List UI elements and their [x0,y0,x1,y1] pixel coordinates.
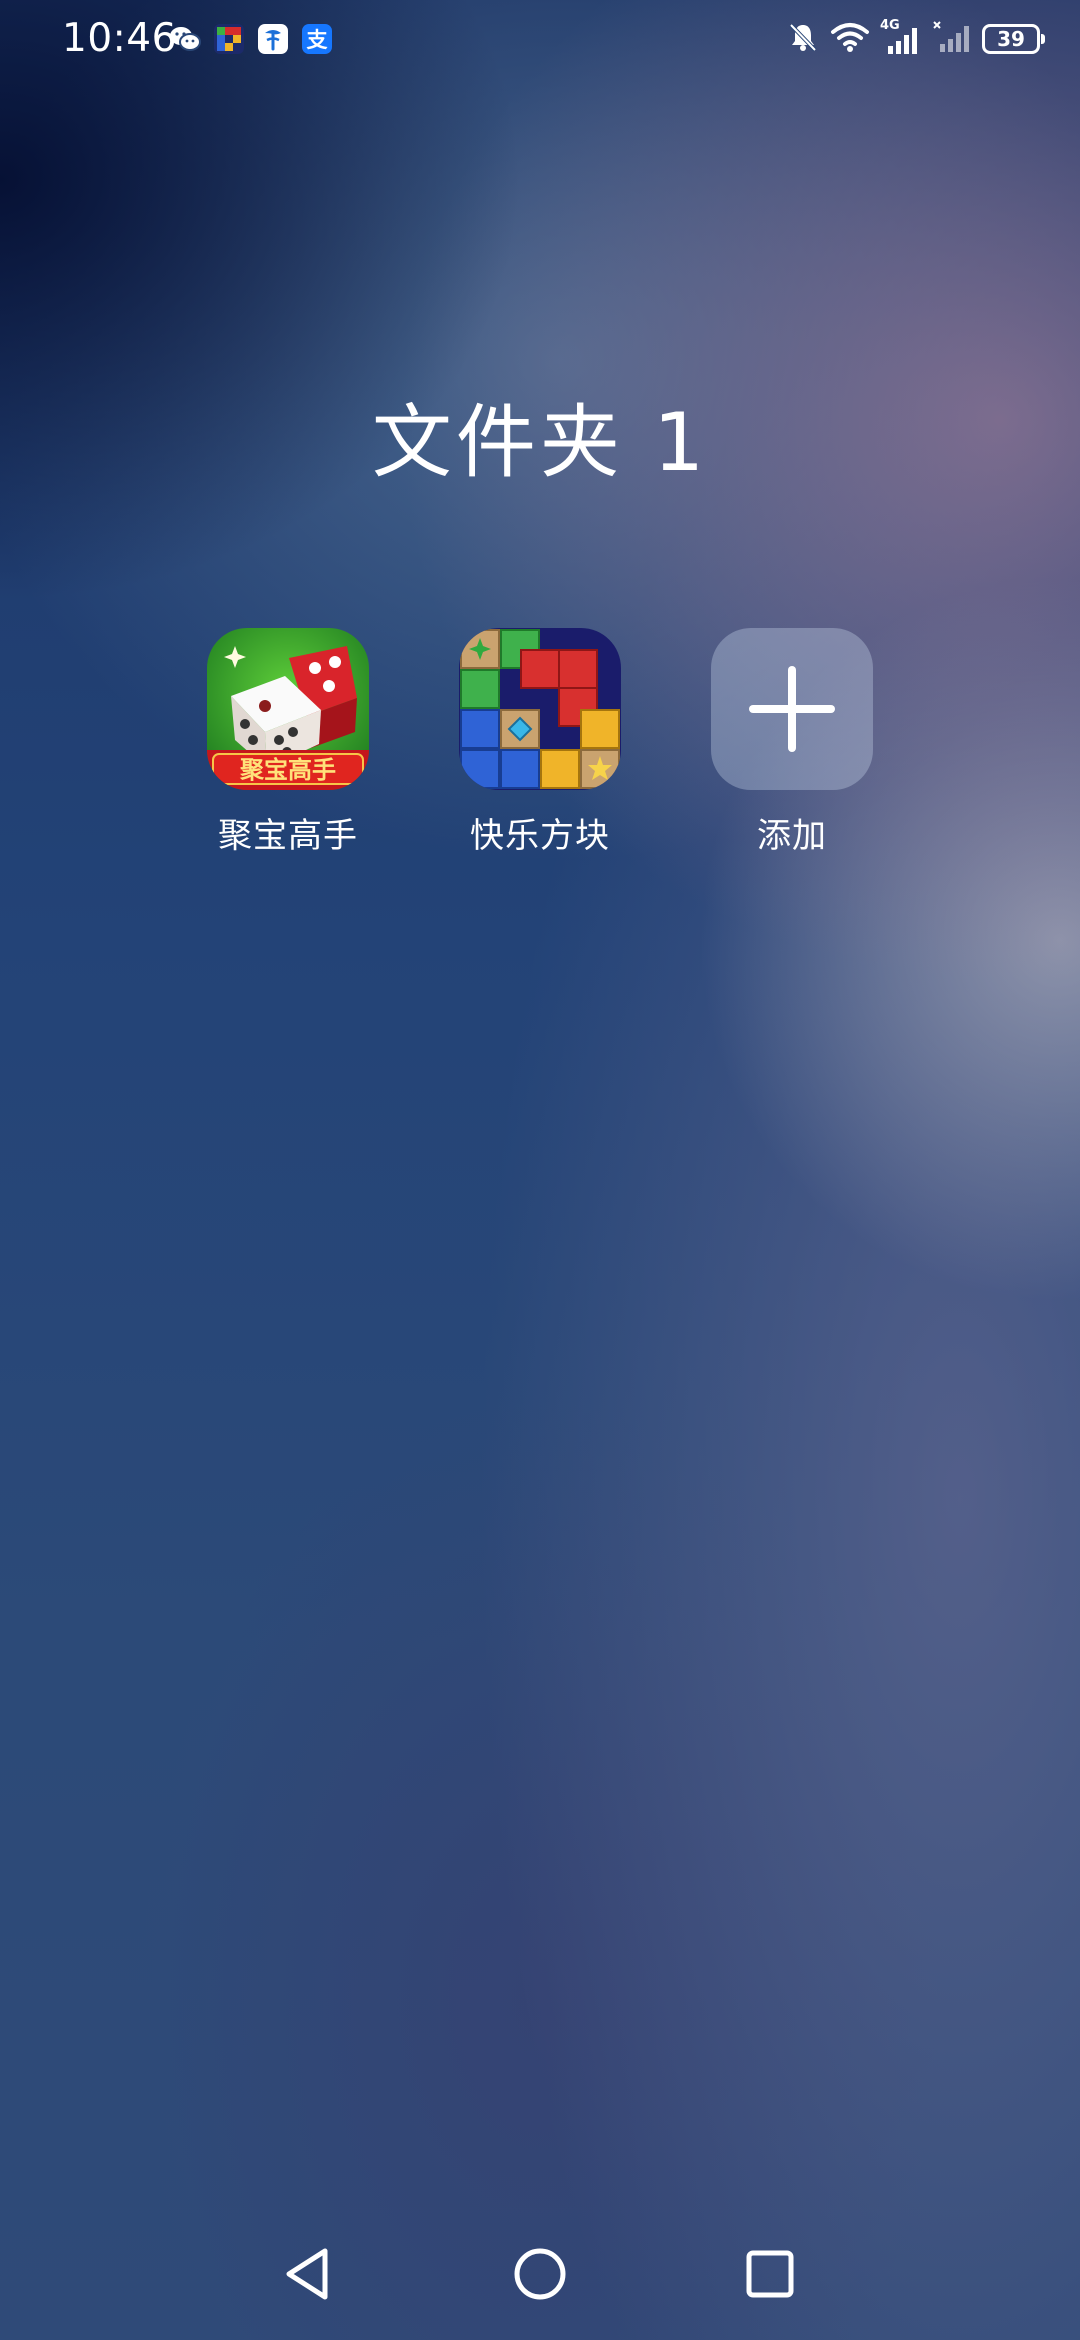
battery-level: 39 [997,27,1025,51]
add-tile[interactable] [711,628,873,790]
back-icon [286,2248,328,2300]
app-label: 快乐方块 [470,816,610,856]
system-status-icons: 4G 39 [786,18,1045,58]
folder-title[interactable]: 文件夹 1 [0,378,1080,494]
notification-icons: 支 [168,22,334,56]
block-puzzle-icon[interactable] [459,628,621,790]
signal-4g-icon: 4G [880,18,922,56]
app-kuaile-fangkuai[interactable]: 快乐方块 [440,628,640,857]
status-bar: 10:46 支 4G 39 [0,0,1080,84]
home-icon [514,2248,566,2300]
recents-button[interactable] [730,2234,810,2314]
signal-no-service-icon [932,20,972,58]
wallpaper [0,0,1080,2340]
telecom-icon [256,22,290,56]
alipay-icon: 支 [300,22,334,56]
app-label: 聚宝高手 [218,816,358,856]
svg-text:聚宝高手: 聚宝高手 [239,756,336,784]
app-jubao-gaoshou[interactable]: 聚宝高手 聚宝高手 [188,628,388,857]
silent-bell-icon [786,20,820,58]
battery-icon: 39 [982,24,1045,54]
plus-icon [749,666,835,752]
status-time: 10:46 [62,16,177,61]
wifi-icon [830,20,870,58]
dice-game-icon[interactable]: 聚宝高手 [207,628,369,790]
back-button[interactable] [268,2234,348,2314]
app-label: 添加 [757,816,827,856]
add-app-button[interactable]: 添加 [692,628,892,857]
game-app-icon [212,22,246,56]
navigation-bar [0,2210,1080,2340]
home-button[interactable] [500,2234,580,2314]
svg-text:支: 支 [307,28,329,52]
wechat-icon [168,22,202,56]
recents-icon [746,2250,794,2298]
